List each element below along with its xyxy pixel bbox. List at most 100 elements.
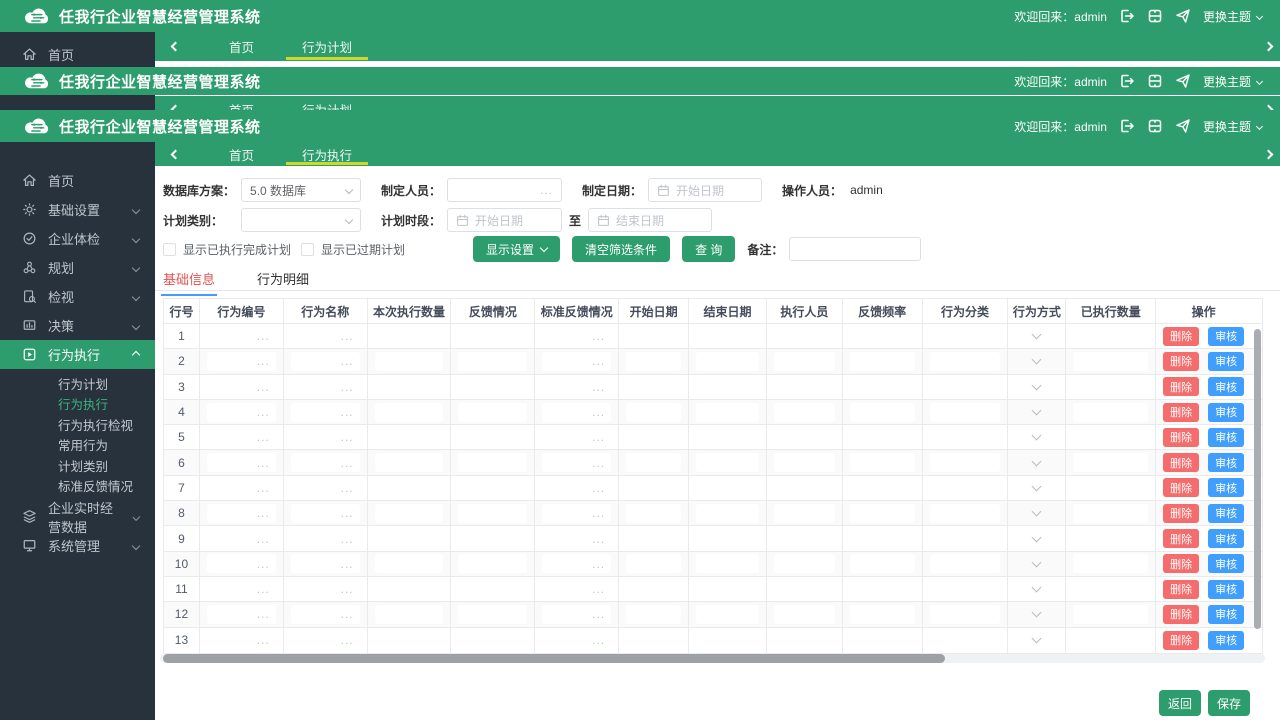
cell-behavior-code[interactable]: ... [206, 377, 276, 397]
cell-feedback-freq[interactable] [849, 326, 915, 346]
make-date-input[interactable]: 开始日期 [648, 178, 763, 202]
cell-exec-count[interactable] [374, 604, 444, 624]
cell-executor[interactable] [773, 427, 835, 447]
query-button[interactable]: 查 询 [682, 236, 736, 262]
audit-button[interactable]: 审核 [1208, 554, 1245, 574]
cell-exec-count[interactable] [374, 377, 444, 397]
audit-button[interactable]: 审核 [1208, 604, 1245, 624]
submenu-item-behavior-exec-review[interactable]: 行为执行检视 [0, 414, 155, 435]
cell-end-date[interactable] [696, 604, 759, 624]
cell-behavior-category[interactable] [929, 529, 1001, 549]
display-settings-button[interactable]: 显示设置 [473, 236, 561, 262]
cell-behavior-category[interactable] [929, 402, 1001, 422]
cell-executed-count[interactable] [1073, 377, 1149, 397]
cell-feedback[interactable] [458, 529, 528, 549]
cell-standard-feedback[interactable]: ... [542, 326, 612, 346]
period-end-input[interactable]: 结束日期 [588, 208, 713, 232]
cell-behavior-category[interactable] [929, 326, 1001, 346]
cell-executed-count[interactable] [1073, 579, 1149, 599]
sidebar-item-system-mgmt[interactable]: 系统管理 [0, 531, 155, 560]
cell-exec-count[interactable] [374, 579, 444, 599]
cell-behavior-code[interactable]: ... [206, 604, 276, 624]
plan-type-select[interactable] [241, 208, 362, 232]
cell-exec-count[interactable] [374, 529, 444, 549]
cell-feedback-freq[interactable] [849, 604, 915, 624]
tab-behavior-plan[interactable]: 行为计划 [286, 96, 368, 111]
tab-home[interactable]: 首页 [213, 96, 270, 111]
submenu-item-behavior-plan[interactable]: 行为计划 [0, 373, 155, 394]
cell-feedback-freq[interactable] [849, 579, 915, 599]
cell-feedback[interactable] [458, 351, 528, 371]
cell-executed-count[interactable] [1073, 478, 1149, 498]
cell-behavior-code[interactable]: ... [206, 326, 276, 346]
cell-start-date[interactable] [626, 529, 682, 549]
send-icon[interactable] [1175, 118, 1191, 134]
tab-scroll-right[interactable] [1263, 32, 1274, 61]
sidebar-item-behavior-exec[interactable]: 行为执行 [0, 340, 155, 369]
cell-behavior-mode[interactable] [1008, 526, 1067, 551]
cell-standard-feedback[interactable]: ... [542, 554, 612, 574]
cell-exec-count[interactable] [374, 351, 444, 371]
cell-feedback-freq[interactable] [849, 478, 915, 498]
delete-button[interactable]: 删除 [1163, 554, 1200, 574]
cell-feedback[interactable] [458, 604, 528, 624]
cell-start-date[interactable] [626, 554, 682, 574]
cell-end-date[interactable] [696, 453, 759, 473]
sidebar-item-decision[interactable]: 决策 [0, 311, 155, 340]
cell-start-date[interactable] [626, 427, 682, 447]
cell-behavior-code[interactable]: ... [206, 351, 276, 371]
cell-end-date[interactable] [696, 326, 759, 346]
cell-feedback-freq[interactable] [849, 503, 915, 523]
cell-behavior-name[interactable]: ... [290, 630, 360, 650]
cell-behavior-name[interactable]: ... [290, 554, 360, 574]
cell-executed-count[interactable] [1073, 427, 1149, 447]
cell-standard-feedback[interactable]: ... [542, 402, 612, 422]
cell-start-date[interactable] [626, 326, 682, 346]
cell-behavior-category[interactable] [929, 554, 1001, 574]
cell-executor[interactable] [773, 351, 835, 371]
cell-standard-feedback[interactable]: ... [542, 453, 612, 473]
cell-behavior-category[interactable] [929, 604, 1001, 624]
delete-button[interactable]: 删除 [1163, 529, 1200, 549]
sidebar-item-home-partial[interactable]: 首页 [0, 43, 155, 65]
audit-button[interactable]: 审核 [1208, 402, 1245, 422]
audit-button[interactable]: 审核 [1208, 427, 1245, 447]
cell-start-date[interactable] [626, 453, 682, 473]
logout-icon[interactable] [1119, 73, 1135, 89]
cell-behavior-mode[interactable] [1008, 324, 1067, 349]
cell-start-date[interactable] [626, 503, 682, 523]
cell-standard-feedback[interactable]: ... [542, 529, 612, 549]
cell-behavior-mode[interactable] [1008, 602, 1067, 627]
cell-behavior-name[interactable]: ... [290, 402, 360, 422]
tab-scroll-right[interactable] [1263, 142, 1274, 166]
sidebar-item-realtime-data[interactable]: 企业实时经营数据 [0, 501, 155, 535]
cell-start-date[interactable] [626, 630, 682, 650]
tab-basic-info[interactable]: 基础信息 [160, 269, 218, 296]
cell-behavior-category[interactable] [929, 351, 1001, 371]
cell-executed-count[interactable] [1073, 554, 1149, 574]
cell-behavior-name[interactable]: ... [290, 351, 360, 371]
cell-executor[interactable] [773, 579, 835, 599]
cell-standard-feedback[interactable]: ... [542, 604, 612, 624]
cell-behavior-code[interactable]: ... [206, 503, 276, 523]
cell-end-date[interactable] [696, 377, 759, 397]
cell-exec-count[interactable] [374, 453, 444, 473]
tab-home[interactable]: 首页 [213, 32, 270, 61]
cell-end-date[interactable] [696, 503, 759, 523]
back-button[interactable]: 返回 [1158, 690, 1201, 716]
cell-feedback[interactable] [458, 427, 528, 447]
cell-behavior-code[interactable]: ... [206, 529, 276, 549]
delete-button[interactable]: 删除 [1163, 402, 1200, 422]
cell-behavior-category[interactable] [929, 579, 1001, 599]
cell-behavior-name[interactable]: ... [290, 478, 360, 498]
cell-behavior-name[interactable]: ... [290, 453, 360, 473]
cell-behavior-mode[interactable] [1008, 374, 1067, 399]
delete-button[interactable]: 删除 [1163, 503, 1200, 523]
cell-behavior-name[interactable]: ... [290, 427, 360, 447]
cell-executor[interactable] [773, 503, 835, 523]
audit-button[interactable]: 审核 [1208, 351, 1245, 371]
submenu-item-common-behavior[interactable]: 常用行为 [0, 435, 155, 456]
cell-behavior-mode[interactable] [1008, 627, 1067, 653]
cell-feedback-freq[interactable] [849, 402, 915, 422]
cell-executor[interactable] [773, 529, 835, 549]
